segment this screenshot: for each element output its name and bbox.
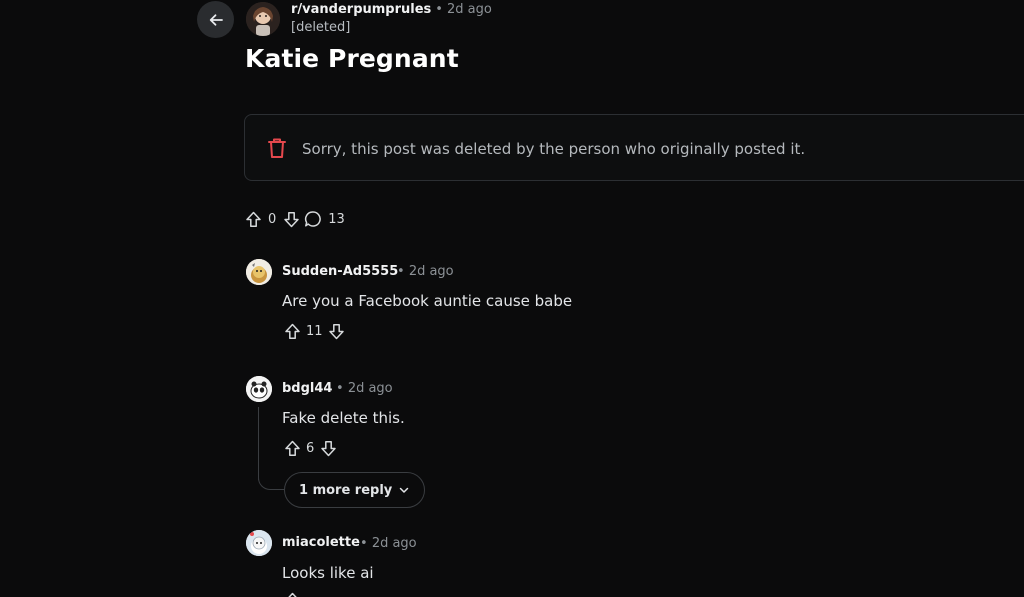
post-upvote-button[interactable] xyxy=(244,210,262,228)
comment-downvote-button[interactable] xyxy=(319,439,337,457)
upvote-icon xyxy=(287,592,297,597)
comment-upvote-button[interactable] xyxy=(283,591,301,597)
post-vote-count: 0 xyxy=(268,211,277,227)
comment-vote-count: 11 xyxy=(306,323,323,339)
chevron-down-icon xyxy=(400,487,409,493)
comment-time: • 2d ago xyxy=(397,264,454,279)
meta-separator: • xyxy=(435,2,443,17)
comment-avatar[interactable] xyxy=(246,530,272,556)
comment-body: Looks like ai xyxy=(282,564,374,582)
comment-body: Fake delete this. xyxy=(282,409,405,427)
post-comment-count: 13 xyxy=(328,211,345,227)
meta-separator: • xyxy=(397,264,405,279)
comment-actions xyxy=(283,591,301,597)
meta-separator: • xyxy=(336,381,344,396)
post-author: [deleted] xyxy=(291,20,351,35)
comment-upvote-button[interactable] xyxy=(283,322,301,340)
trash-icon xyxy=(268,138,286,158)
more-replies-button[interactable]: 1 more reply xyxy=(284,472,426,508)
upvote-icon xyxy=(245,211,261,227)
downvote-icon xyxy=(284,211,299,227)
post-page: r/vanderpumprules • 2d ago [deleted] Katie… xyxy=(0,0,1024,597)
comment-time: • 2d ago xyxy=(336,381,393,396)
subreddit-avatar-image xyxy=(246,2,280,36)
comment-actions: 11 xyxy=(283,322,346,340)
back-button[interactable] xyxy=(197,1,234,38)
comment-author[interactable]: bdgl44 xyxy=(282,381,332,396)
deleted-message: Sorry, this post was deleted by the pers… xyxy=(302,140,806,158)
comment-icon xyxy=(305,211,322,227)
post-downvote-button[interactable] xyxy=(282,210,300,228)
downvote-icon xyxy=(329,323,344,339)
post-meta: r/vanderpumprules • 2d ago xyxy=(291,2,492,17)
downvote-icon xyxy=(321,440,336,456)
comment-body: Are you a Facebook auntie cause babe xyxy=(282,292,573,310)
post-time: 2d ago xyxy=(446,2,492,17)
comment-avatar[interactable] xyxy=(246,259,272,285)
avatar-image xyxy=(246,376,272,402)
comment-vote-count: 6 xyxy=(306,440,315,456)
avatar-image xyxy=(246,259,272,285)
post-title: Katie Pregnant xyxy=(245,44,459,73)
subreddit-link[interactable]: r/vanderpumprules xyxy=(291,2,431,17)
upvote-icon xyxy=(284,323,300,339)
thread-connector xyxy=(258,468,284,490)
post-comments-button[interactable] xyxy=(304,210,322,228)
avatar-image xyxy=(246,530,272,556)
more-replies-label: 1 more reply xyxy=(299,482,393,498)
comment-time: • 2d ago xyxy=(360,536,417,551)
comment-actions: 6 xyxy=(283,439,337,457)
comment-author[interactable]: miacolette xyxy=(282,535,360,550)
post-actions: 0 13 xyxy=(244,209,347,229)
comment-author[interactable]: Sudden-Ad5555 xyxy=(282,264,398,279)
subreddit-avatar[interactable] xyxy=(246,2,280,36)
comment-time-text: 2d ago xyxy=(371,536,417,551)
deleted-post-notice: Sorry, this post was deleted by the pers… xyxy=(244,114,1024,181)
comment-avatar[interactable] xyxy=(246,376,272,402)
meta-separator: • xyxy=(360,536,368,551)
arrow-left-icon xyxy=(209,13,223,26)
comment-time-text: 2d ago xyxy=(408,264,454,279)
comment-time-text: 2d ago xyxy=(347,381,393,396)
comment-upvote-button[interactable] xyxy=(283,439,301,457)
comment-downvote-button[interactable] xyxy=(328,322,346,340)
upvote-icon xyxy=(284,440,300,456)
